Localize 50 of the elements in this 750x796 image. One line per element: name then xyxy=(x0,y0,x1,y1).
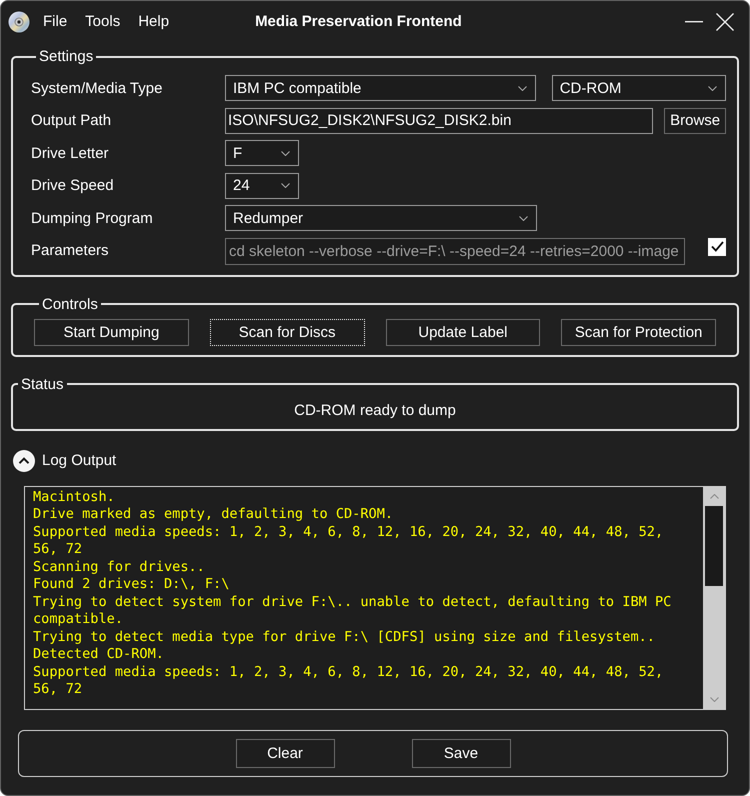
chevron-down-icon xyxy=(518,86,527,90)
field-label: Drive Letter xyxy=(31,144,110,162)
dropdown[interactable]: F xyxy=(225,140,299,166)
minimize-icon[interactable] xyxy=(685,20,703,22)
chevron-down-icon xyxy=(281,150,290,156)
menu-item[interactable]: Help xyxy=(138,13,170,30)
action-button[interactable]: Scan for Protection xyxy=(561,318,716,346)
field-label: Dumping Program xyxy=(31,210,154,227)
chevron-down-icon xyxy=(519,216,528,221)
collapse-chevron-icon[interactable] xyxy=(13,450,35,472)
dropdown[interactable]: 24 xyxy=(225,172,299,199)
log-line: Macintosh. xyxy=(33,488,116,506)
text-field[interactable]: ISO\NFSUG2_DISK2\NFSUG2_DISK2.bin xyxy=(225,108,654,134)
log-line: Supported media speeds: 1, 2, 3, 4, 6, 8, 12, 16, 20, 24, 32, 40, 44, 48, 52, 56, 72 xyxy=(33,664,664,699)
group-title: Status xyxy=(20,376,65,393)
log-line: Scanning for drives.. xyxy=(33,558,206,576)
action-button[interactable]: Update Label xyxy=(386,318,540,346)
menu-item[interactable]: File xyxy=(43,13,68,30)
window-title: Media Preservation Frontend xyxy=(255,13,462,30)
chevron-down-icon xyxy=(281,183,290,188)
log-line: Trying to detect media type for drive F:\ [CDFS] using size and filesystem.. xyxy=(33,628,656,646)
chevron-down-icon xyxy=(708,86,717,90)
action-button[interactable]: Scan for Discs xyxy=(210,318,364,346)
action-button[interactable]: Start Dumping xyxy=(34,318,189,346)
log-line: Detected CD-ROM. xyxy=(33,646,165,664)
menu-item[interactable]: Tools xyxy=(85,13,120,30)
close-icon[interactable] xyxy=(716,12,734,30)
checkmark-icon xyxy=(710,241,724,252)
log-line: Trying to detect system for drive F:\.. unable to detect, defaulting to IBM PC compatible. xyxy=(33,594,672,629)
dropdown[interactable]: Redumper xyxy=(225,205,537,232)
field-label: Parameters xyxy=(31,242,110,260)
field-label: Drive Speed xyxy=(31,177,115,194)
log-line: Supported media speeds: 1, 2, 3, 4, 6, 8, 12, 16, 20, 24, 32, 40, 44, 48, 52, 56, 72 xyxy=(33,524,664,559)
field-label: Output Path xyxy=(31,112,112,130)
status-message: CD-ROM ready to dump xyxy=(293,400,457,421)
section-title: Log Output xyxy=(42,452,116,470)
dropdown[interactable]: CD-ROM xyxy=(552,75,726,101)
log-action-button[interactable]: Save xyxy=(412,738,510,768)
group-title: Settings xyxy=(38,48,94,65)
field-label: System/Media Type xyxy=(31,80,164,96)
group-title: Controls xyxy=(41,296,99,313)
browse-button[interactable]: Browse xyxy=(664,108,726,134)
scrollbar[interactable] xyxy=(703,486,725,709)
scrollbar-thumb[interactable] xyxy=(705,506,723,586)
log-line: Drive marked as empty, defaulting to CD-ROM. xyxy=(33,506,394,524)
checkbox[interactable] xyxy=(708,238,726,256)
dropdown[interactable]: IBM PC compatible xyxy=(225,75,536,101)
log-action-button[interactable]: Clear xyxy=(236,738,334,768)
log-line: Found 2 drives: D:\, F:\ xyxy=(33,576,230,594)
disc-icon xyxy=(8,10,30,32)
